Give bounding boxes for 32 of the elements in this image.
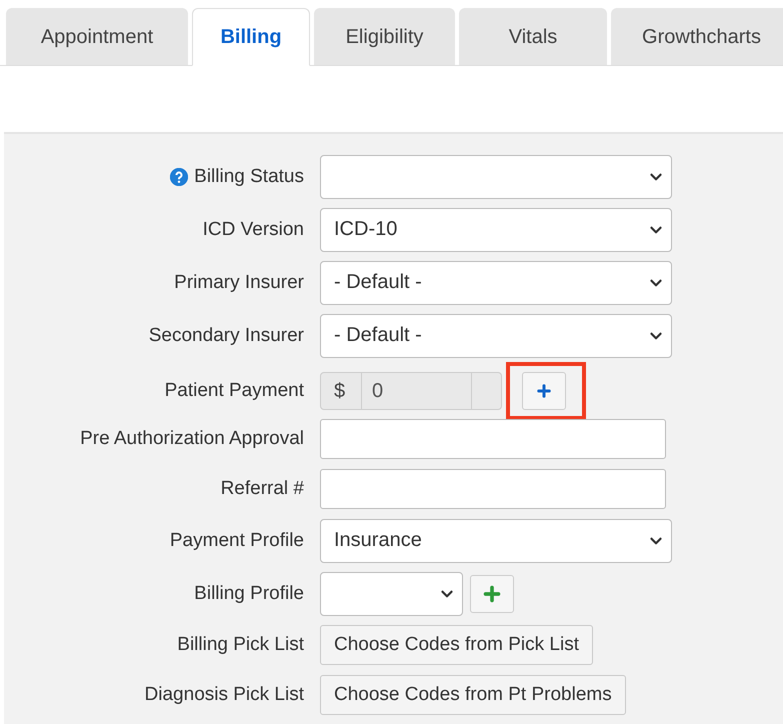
field-label: Referral # — [220, 478, 304, 500]
select-field[interactable] — [320, 572, 463, 616]
label-text: Billing Status — [194, 166, 304, 188]
select-field[interactable]: - Default - — [320, 314, 672, 358]
choose-codes-button[interactable]: Choose Codes from Pick List — [320, 625, 593, 665]
field-label: Patient Payment — [164, 380, 304, 402]
choose-codes-button[interactable]: Choose Codes from Pt Problems — [320, 675, 626, 715]
tab[interactable]: Growthcharts — [611, 8, 783, 65]
add-button[interactable] — [522, 372, 566, 410]
tab[interactable]: Appointment — [6, 8, 188, 65]
field-label: Billing Profile — [194, 582, 304, 604]
tab[interactable]: Vitals — [459, 8, 607, 65]
tab[interactable]: Eligibility — [314, 8, 455, 65]
field-label: Billing Pick List — [177, 634, 304, 656]
input-field[interactable] — [320, 469, 666, 509]
plus-icon — [535, 382, 553, 400]
field-label: Secondary Insurer — [148, 324, 304, 346]
field-label: Diagnosis Pick List — [144, 684, 304, 706]
currency-addon: $ — [320, 372, 362, 410]
select-field[interactable]: ICD-10 — [320, 208, 672, 252]
input-field[interactable] — [320, 419, 666, 459]
payment-field[interactable]: 0 — [362, 372, 472, 410]
select-field[interactable]: Insurance — [320, 518, 672, 562]
field-label: Pre Authorization Approval — [80, 428, 304, 450]
select-field[interactable]: - Default - — [320, 260, 672, 304]
add-button[interactable] — [470, 574, 514, 612]
input-addon — [472, 372, 502, 410]
field-label: Payment Profile — [170, 530, 304, 552]
tab[interactable]: Billing — [192, 8, 310, 66]
field-label: ICD Version — [202, 218, 304, 240]
field-label: Primary Insurer — [174, 272, 304, 294]
select-field[interactable] — [320, 154, 672, 198]
